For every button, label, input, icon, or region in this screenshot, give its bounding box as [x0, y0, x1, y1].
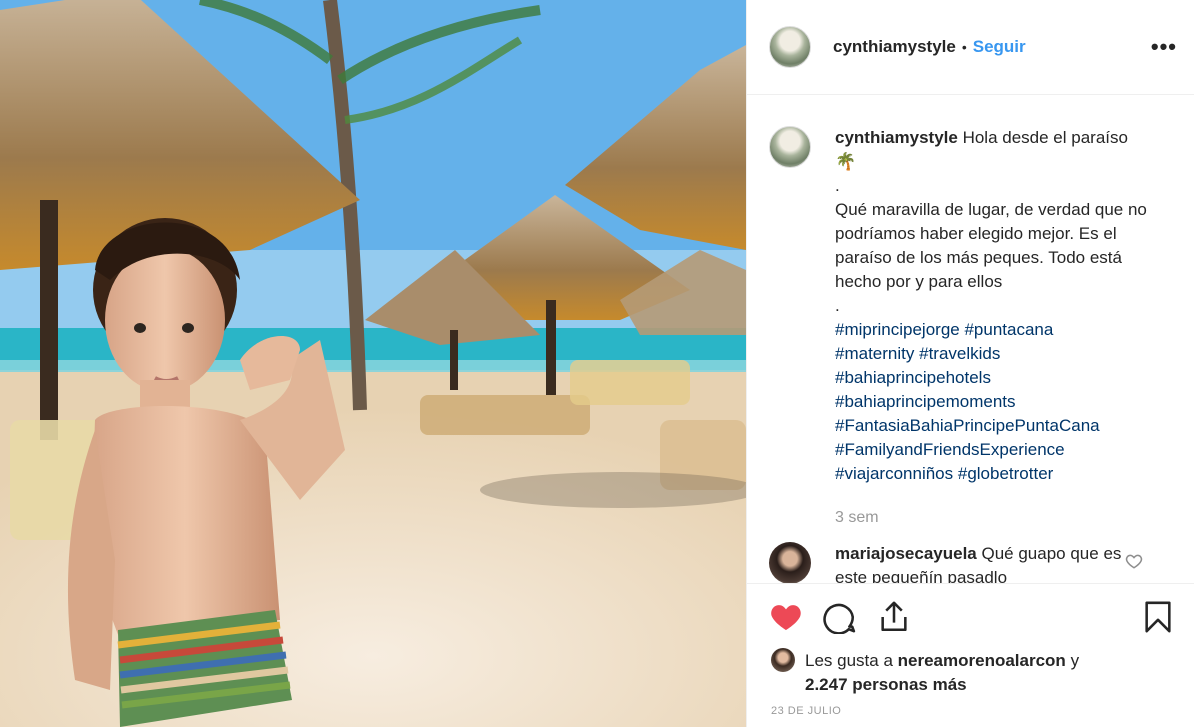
more-options-icon[interactable]: ••• — [1151, 34, 1177, 60]
caption-username[interactable]: cynthiamystyle — [835, 128, 958, 147]
hashtag-link[interactable]: #FamilyandFriendsExperience — [835, 438, 1155, 462]
hashtag-link[interactable]: #bahiaprincipemoments — [835, 390, 1155, 414]
comment-username[interactable]: mariajosecayuela — [835, 544, 977, 563]
action-icons-row — [769, 600, 1173, 636]
comment-text: mariajosecayuela Qué guapo que es este p… — [835, 542, 1135, 583]
caption-dot: . — [835, 176, 840, 195]
likes-count[interactable]: 2.247 personas más — [805, 675, 967, 694]
bookmark-icon[interactable] — [1143, 600, 1173, 634]
hashtag-link[interactable]: #miprincipejorge — [835, 320, 960, 339]
post-photo[interactable] — [0, 0, 746, 727]
hashtag-link[interactable]: #travelkids — [919, 344, 1000, 363]
caption: cynthiamystyle Hola desde el paraíso 🌴 .… — [769, 126, 1177, 530]
comment-item: mariajosecayuela Qué guapo que es este p… — [769, 542, 1177, 583]
comments-section[interactable]: cynthiamystyle Hola desde el paraíso 🌴 .… — [747, 96, 1194, 583]
post-actions: Les gusta a nereamorenoalarcon y 2.247 p… — [747, 583, 1194, 727]
liker-username[interactable]: nereamorenoalarcon — [898, 651, 1066, 670]
hashtag-link[interactable]: #globetrotter — [958, 464, 1053, 483]
hashtag-link[interactable]: #maternity — [835, 344, 914, 363]
author-avatar[interactable] — [769, 26, 811, 68]
beach-photo-illustration — [0, 0, 746, 727]
header-separator: • — [961, 39, 967, 55]
caption-timestamp[interactable]: 3 sem — [835, 506, 1155, 530]
post-side-panel: cynthiamystyle • Seguir ••• cynthiamysty… — [746, 0, 1194, 727]
like-heart-icon[interactable] — [769, 600, 803, 634]
follow-button[interactable]: Seguir — [973, 37, 1026, 57]
author-username[interactable]: cynthiamystyle — [833, 37, 956, 57]
hashtag-link[interactable]: #viajarconniños — [835, 464, 953, 483]
likes-summary: Les gusta a nereamorenoalarcon y 2.247 p… — [771, 648, 1131, 697]
hashtag-link[interactable]: #puntacana — [964, 320, 1053, 339]
post-header: cynthiamystyle • Seguir ••• — [747, 0, 1194, 95]
caption-body: Qué maravilla de lugar, de verdad que no… — [835, 200, 1147, 291]
likes-prefix: Les gusta a — [805, 651, 893, 670]
caption-line1: Hola desde el paraíso — [962, 128, 1128, 147]
share-icon[interactable] — [877, 600, 911, 634]
post-date[interactable]: 23 DE JULIO — [771, 705, 841, 717]
caption-text: cynthiamystyle Hola desde el paraíso 🌴 .… — [835, 126, 1155, 530]
hashtag-list: #miprincipejorge #puntacana #maternity #… — [835, 318, 1155, 486]
palm-tree-emoji: 🌴 — [835, 152, 857, 171]
caption-author-avatar[interactable] — [769, 126, 811, 168]
hashtag-link[interactable]: #bahiaprincipehotels — [835, 366, 1155, 390]
commenter-avatar[interactable] — [769, 542, 811, 583]
likes-conjunction: y — [1070, 651, 1080, 670]
liker-avatar[interactable] — [771, 648, 795, 672]
comment-like-heart-icon[interactable] — [1125, 552, 1143, 570]
hashtag-link[interactable]: #FantasiaBahiaPrincipePuntaCana — [835, 414, 1155, 438]
caption-dot: . — [835, 296, 840, 315]
comment-icon[interactable] — [823, 600, 857, 634]
